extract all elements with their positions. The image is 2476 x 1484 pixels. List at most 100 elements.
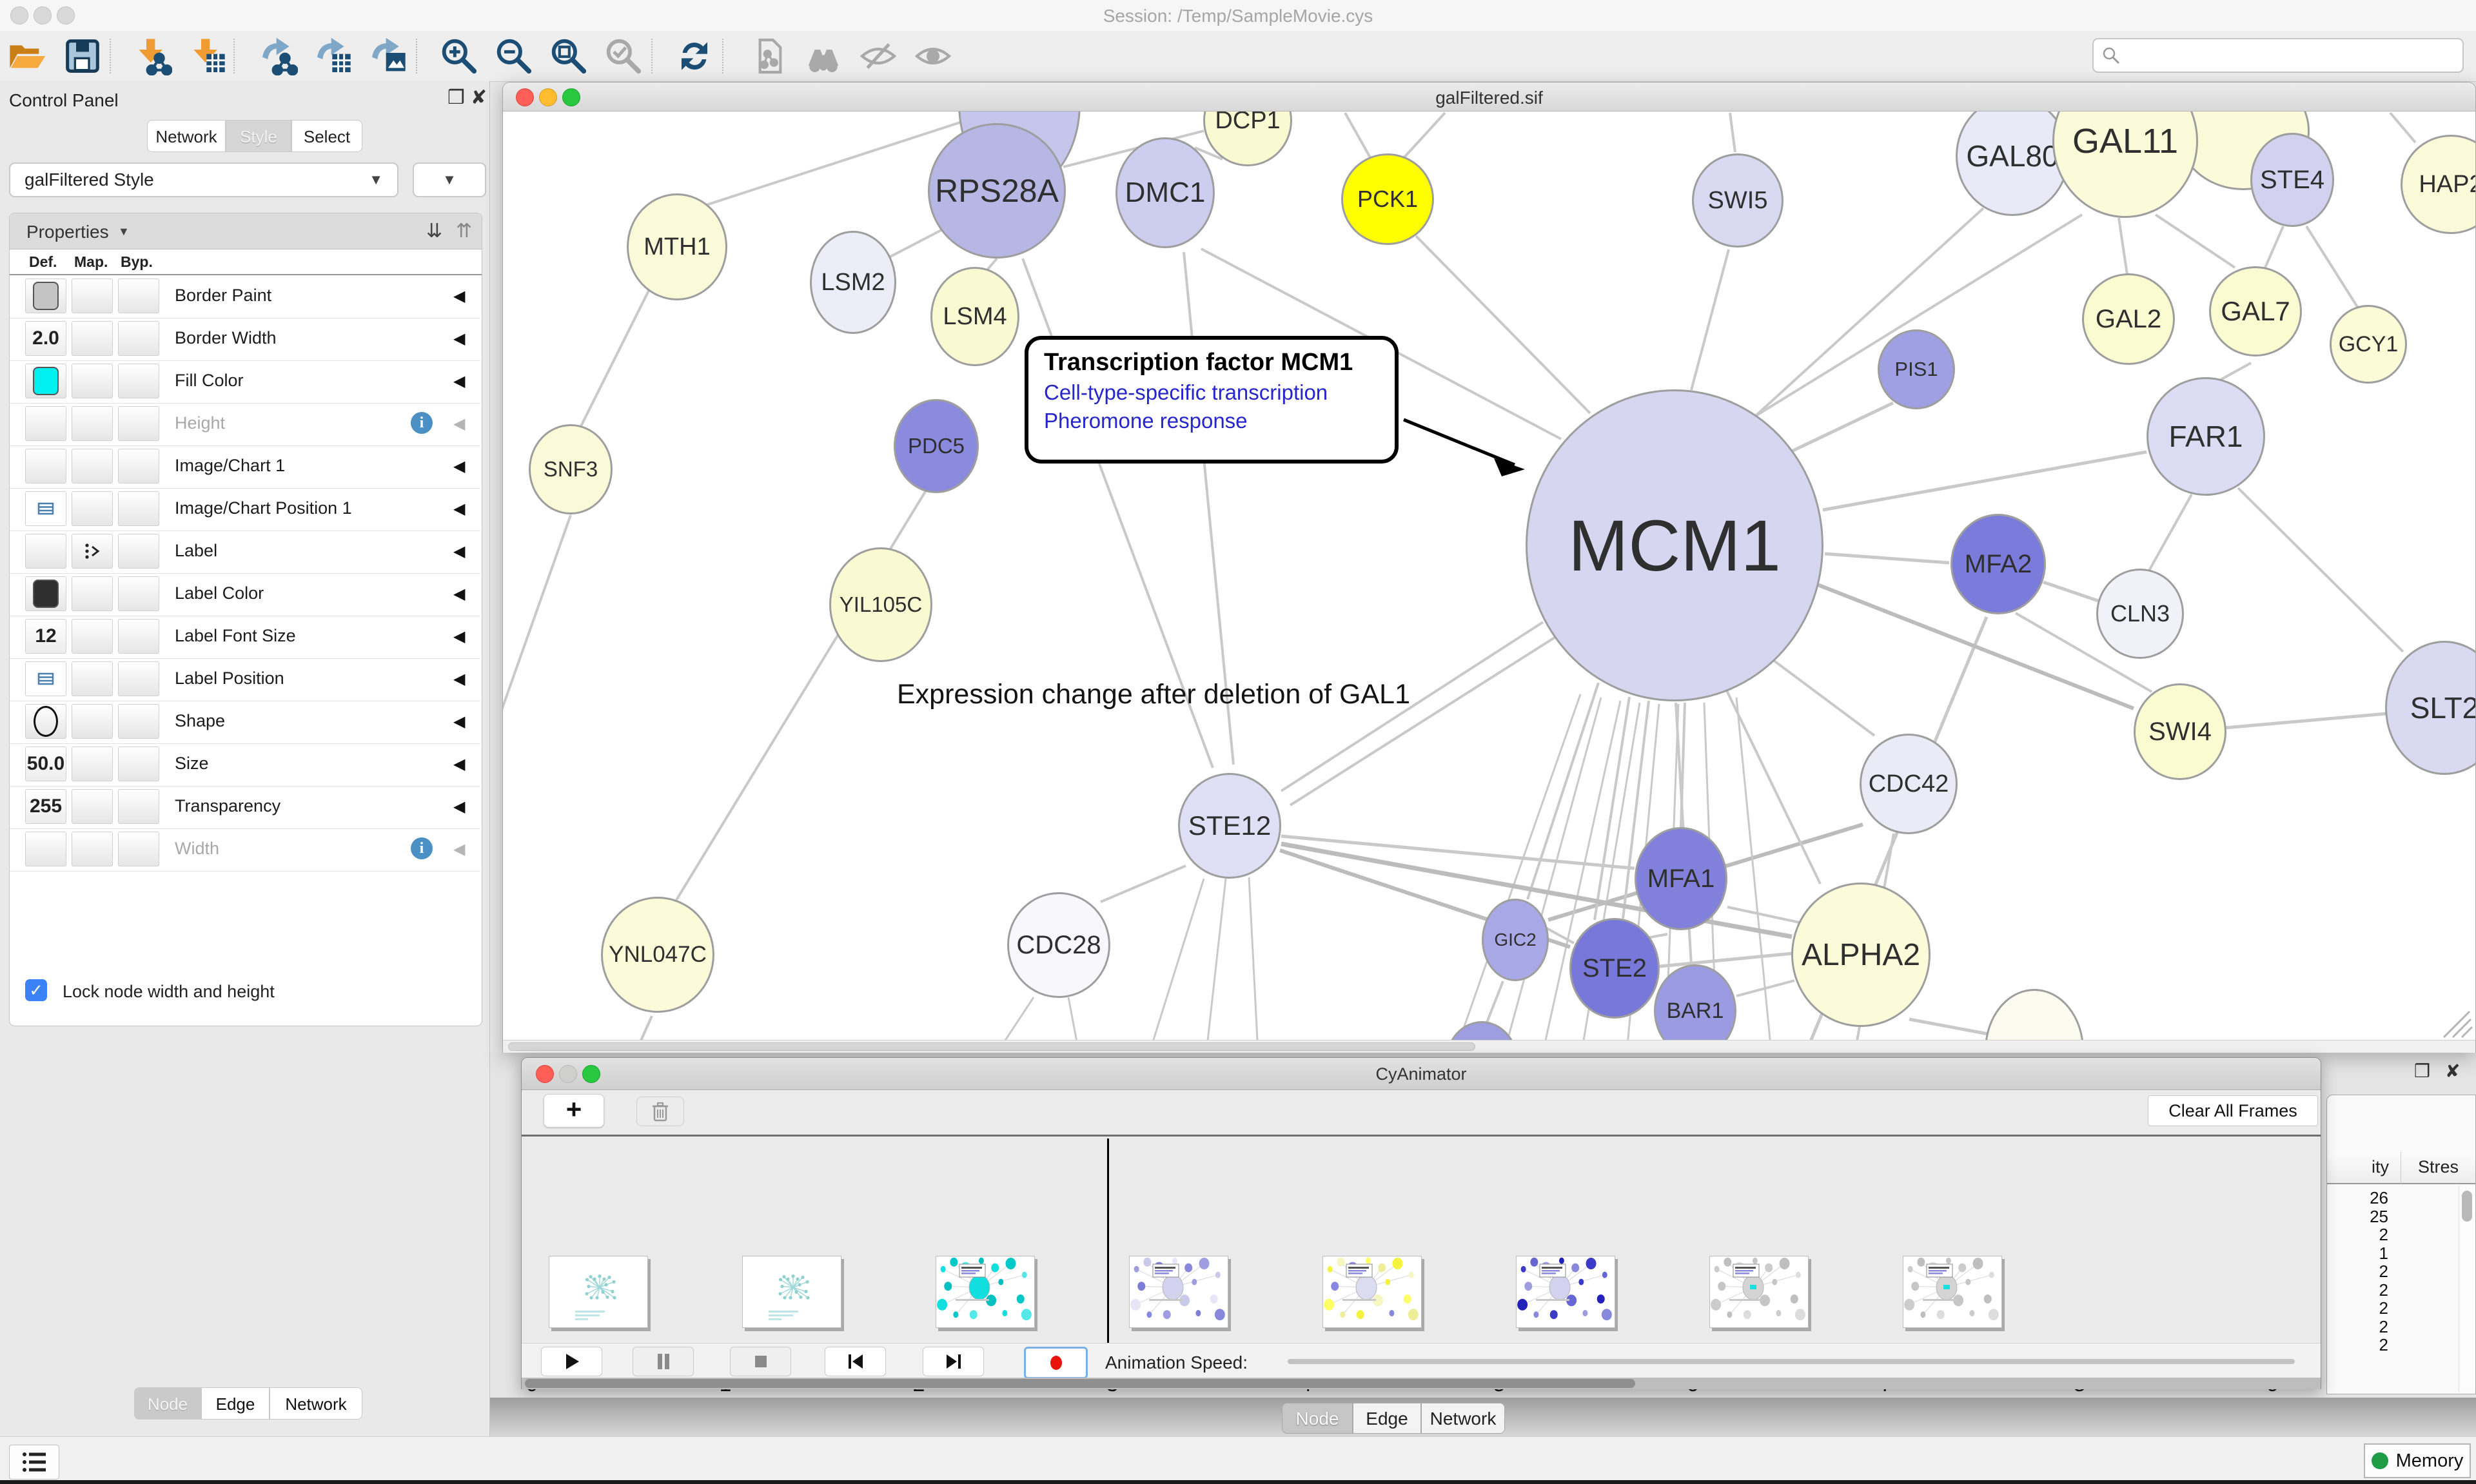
node-gal7[interactable]: GAL7 <box>2209 266 2302 356</box>
add-frame-button[interactable]: + <box>544 1094 604 1128</box>
search-input[interactable] <box>2092 38 2464 73</box>
property-row-fill-color[interactable]: Fill Color◀ <box>10 360 480 404</box>
node-gal11[interactable]: GAL11 <box>2052 112 2198 218</box>
timeline-playhead[interactable] <box>1107 1138 1109 1354</box>
collapse-all-icon[interactable]: ⇈ <box>456 220 472 242</box>
node-ste2[interactable]: STE2 <box>1569 918 1660 1019</box>
property-map-cell[interactable] <box>72 278 113 313</box>
property-map-cell[interactable] <box>72 704 113 739</box>
close-table-panel-icon[interactable]: ✘ <box>2445 1060 2460 1082</box>
expand-row-icon[interactable]: ◀ <box>453 712 465 731</box>
annotation-box[interactable]: Transcription factor MCM1 Cell-type-spec… <box>1025 336 1399 464</box>
network-canvas[interactable]: RPS28ADMC1DCP1PCK1MTH1LSM2LSM4SNF3PDC5YI… <box>503 112 2475 1053</box>
property-def-cell[interactable] <box>25 576 66 611</box>
tab-network-style[interactable]: Network <box>270 1387 362 1420</box>
color-swatch[interactable] <box>33 580 59 608</box>
property-row-width[interactable]: Widthi◀ <box>10 828 480 872</box>
node-pdc5[interactable]: PDC5 <box>894 399 979 493</box>
timeline-frame-6[interactable] <box>1709 1256 1809 1328</box>
tab-select[interactable]: Select <box>291 120 362 152</box>
timeline-frame-2[interactable] <box>936 1256 1035 1328</box>
node-lsm4[interactable]: LSM4 <box>930 267 1019 366</box>
node-snf3[interactable]: SNF3 <box>529 424 613 514</box>
node-slt2[interactable]: SLT2 <box>2385 641 2475 775</box>
property-row-label-color[interactable]: Label Color◀ <box>10 573 480 616</box>
cyanimator-scrollbar[interactable] <box>522 1378 2321 1389</box>
ellipse-shape-icon[interactable] <box>34 706 58 737</box>
property-byp-cell[interactable] <box>118 321 159 356</box>
property-byp-cell[interactable] <box>118 789 159 824</box>
delete-frame-button[interactable] <box>636 1097 684 1126</box>
node-pis1[interactable]: PIS1 <box>1878 329 1955 409</box>
property-byp-cell[interactable] <box>118 449 159 483</box>
property-byp-cell[interactable] <box>118 832 159 866</box>
timeline-frame-5[interactable] <box>1516 1256 1615 1328</box>
node-ste4[interactable]: STE4 <box>2250 133 2334 227</box>
node-mfa2[interactable]: MFA2 <box>1950 514 2046 614</box>
expand-all-icon[interactable]: ⇊ <box>426 220 442 242</box>
property-map-cell[interactable] <box>72 576 113 611</box>
property-map-cell[interactable] <box>72 406 113 441</box>
node-rps28a[interactable]: RPS28A <box>928 123 1066 259</box>
timeline-frame-0[interactable] <box>549 1256 648 1328</box>
node-cdc42[interactable]: CDC42 <box>1860 734 1958 834</box>
close-panel-icon[interactable]: ✘ <box>471 86 487 109</box>
node-pck1[interactable]: PCK1 <box>1341 153 1434 245</box>
node-mfa1[interactable]: MFA1 <box>1635 827 1727 930</box>
color-swatch[interactable] <box>33 282 59 310</box>
expand-row-icon[interactable]: ◀ <box>453 627 465 646</box>
expand-row-icon[interactable]: ◀ <box>453 415 465 433</box>
export-table-icon[interactable] <box>313 35 354 77</box>
record-button[interactable] <box>1024 1347 1088 1379</box>
property-row-border-width[interactable]: 2.0Border Width◀ <box>10 318 480 361</box>
lock-size-checkbox[interactable]: ✓ <box>25 979 47 1001</box>
expand-row-icon[interactable]: ◀ <box>453 287 465 306</box>
network-hscrollbar[interactable] <box>503 1040 2475 1053</box>
node-swi5[interactable]: SWI5 <box>1692 153 1783 248</box>
node-mth1[interactable]: MTH1 <box>627 193 727 300</box>
property-map-cell[interactable] <box>72 661 113 696</box>
info-icon[interactable]: i <box>411 412 433 434</box>
property-row-size[interactable]: 50.0Size◀ <box>10 743 480 786</box>
property-def-cell[interactable]: 12 <box>25 619 66 654</box>
node-alpha2[interactable]: ALPHA2 <box>1791 883 1931 1027</box>
network-caption[interactable]: Expression change after deletion of GAL1 <box>897 679 1410 710</box>
save-session-icon[interactable] <box>62 35 103 77</box>
tab-node-table[interactable]: Node Table <box>1282 1403 1353 1434</box>
resize-grip-icon[interactable] <box>2437 1008 2473 1039</box>
import-table-icon[interactable] <box>187 35 228 77</box>
position-icon[interactable] <box>25 491 66 526</box>
property-row-label[interactable]: Label◀ <box>10 531 480 574</box>
refresh-icon[interactable] <box>674 35 715 77</box>
property-byp-cell[interactable] <box>118 406 159 441</box>
export-network-icon[interactable] <box>258 35 299 77</box>
property-row-shape[interactable]: Shape◀ <box>10 701 480 744</box>
tab-edge-style[interactable]: Edge <box>201 1387 270 1420</box>
expand-row-icon[interactable]: ◀ <box>453 329 465 348</box>
property-map-cell[interactable] <box>72 789 113 824</box>
property-byp-cell[interactable] <box>118 534 159 569</box>
clear-all-frames-button[interactable]: Clear All Frames <box>2148 1095 2318 1126</box>
property-row-image-chart-position-1[interactable]: Image/Chart Position 1◀ <box>10 488 480 531</box>
properties-header[interactable]: Properties ▼ ⇊ ⇈ <box>10 213 482 249</box>
discrete-mapping-icon[interactable] <box>72 534 113 569</box>
property-map-cell[interactable] <box>72 364 113 398</box>
property-def-cell[interactable] <box>25 449 66 483</box>
node-mcm1[interactable]: MCM1 <box>1526 389 1823 701</box>
property-map-cell[interactable] <box>72 619 113 654</box>
node-gal80[interactable]: GAL80 <box>1956 112 2069 216</box>
table-column-stres[interactable]: Stres <box>2401 1152 2476 1184</box>
property-row-label-position[interactable]: Label Position◀ <box>10 658 480 701</box>
expand-row-icon[interactable]: ◀ <box>453 797 465 816</box>
open-session-icon[interactable] <box>6 35 48 77</box>
expand-row-icon[interactable]: ◀ <box>453 542 465 561</box>
property-map-cell[interactable] <box>72 832 113 866</box>
stop-button[interactable] <box>730 1347 791 1376</box>
node-gal2[interactable]: GAL2 <box>2082 273 2175 365</box>
animation-speed-slider[interactable] <box>1288 1359 2295 1364</box>
property-def-cell[interactable] <box>25 278 66 313</box>
node-gic2[interactable]: GIC2 <box>1482 899 1549 981</box>
property-byp-cell[interactable] <box>118 704 159 739</box>
expand-row-icon[interactable]: ◀ <box>453 585 465 603</box>
node-gcy1[interactable]: GCY1 <box>2330 305 2407 384</box>
